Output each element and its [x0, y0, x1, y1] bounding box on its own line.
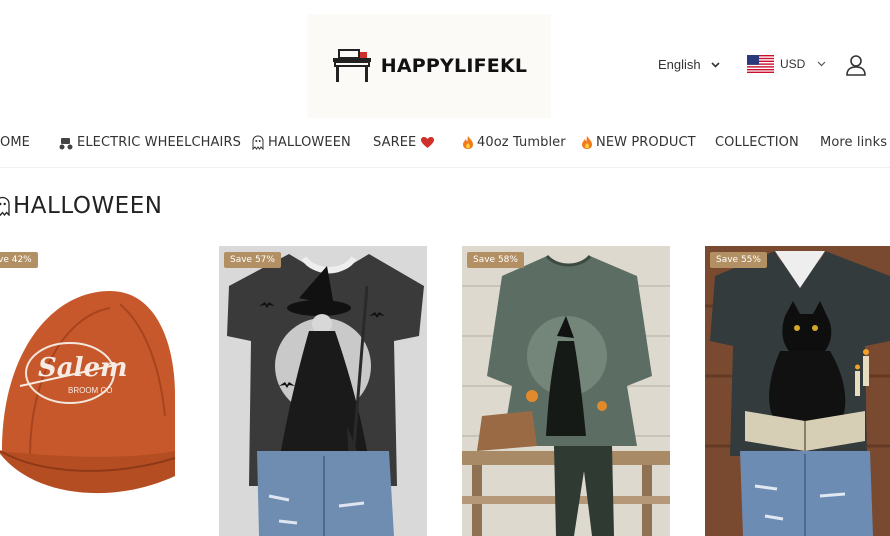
product-image: [219, 246, 427, 536]
nav-item-collection[interactable]: COLLECTION: [715, 135, 799, 150]
nav-item-home[interactable]: OME: [0, 135, 30, 150]
nav-item-label: More links: [820, 135, 888, 150]
nav-item-label: COLLECTION: [715, 135, 799, 150]
heart-icon: [421, 137, 435, 148]
nav-item-label: OME: [0, 135, 30, 150]
product-image: [462, 246, 670, 536]
ghost-icon: [0, 196, 10, 216]
section-title-text: HALLOWEEN: [13, 193, 163, 219]
nav-item-new-product[interactable]: NEW PRODUCT: [581, 135, 696, 150]
nav-item-label: HALLOWEEN: [268, 135, 351, 150]
fire-icon: [582, 136, 592, 149]
discount-badge: ve 42%: [0, 252, 38, 268]
ghost-icon: [252, 135, 264, 150]
product-card[interactable]: Save 58%: [462, 246, 670, 536]
main-nav: OME ELECTRIC WHEELCHAIRS HALLOWEEN SAREE…: [0, 127, 890, 168]
language-selector[interactable]: English: [658, 57, 720, 72]
language-label: English: [658, 57, 701, 72]
section-title: HALLOWEEN: [0, 193, 162, 219]
product-card[interactable]: Save 55%: [705, 246, 890, 536]
desk-logo-icon: [332, 49, 371, 82]
fire-icon: [463, 136, 473, 149]
nav-item-more-links[interactable]: More links: [820, 135, 887, 150]
currency-selector[interactable]: USD: [747, 55, 826, 73]
store-logo[interactable]: HAPPYLIFEKL: [307, 14, 551, 118]
product-card[interactable]: Save 57%: [219, 246, 427, 536]
product-image: Salem BROOM CO: [0, 246, 178, 536]
nav-item-saree[interactable]: SAREE: [373, 135, 435, 150]
chevron-down-icon: [817, 61, 826, 67]
wheelchair-icon: [59, 137, 73, 149]
us-flag-icon: [747, 55, 774, 73]
nav-item-label: SAREE: [373, 135, 417, 150]
product-card[interactable]: Salem BROOM CO ve 42%: [0, 246, 178, 536]
nav-item-label: NEW PRODUCT: [596, 135, 696, 150]
currency-label: USD: [780, 57, 806, 71]
brand-name: HAPPYLIFEKL: [380, 55, 528, 77]
nav-item-label: 40oz Tumbler: [477, 135, 566, 150]
discount-badge: Save 55%: [710, 252, 767, 268]
discount-badge: Save 58%: [467, 252, 524, 268]
nav-item-label: ELECTRIC WHEELCHAIRS: [77, 135, 241, 150]
svg-text:BROOM CO: BROOM CO: [68, 386, 112, 395]
discount-badge: Save 57%: [224, 252, 281, 268]
nav-item-halloween[interactable]: HALLOWEEN: [251, 135, 351, 150]
product-image: [705, 246, 890, 536]
account-icon[interactable]: [845, 54, 867, 76]
nav-item-40oz-tumbler[interactable]: 40oz Tumbler: [462, 135, 566, 150]
chevron-down-icon: [711, 61, 720, 68]
nav-item-electric-wheelchairs[interactable]: ELECTRIC WHEELCHAIRS: [58, 135, 241, 150]
